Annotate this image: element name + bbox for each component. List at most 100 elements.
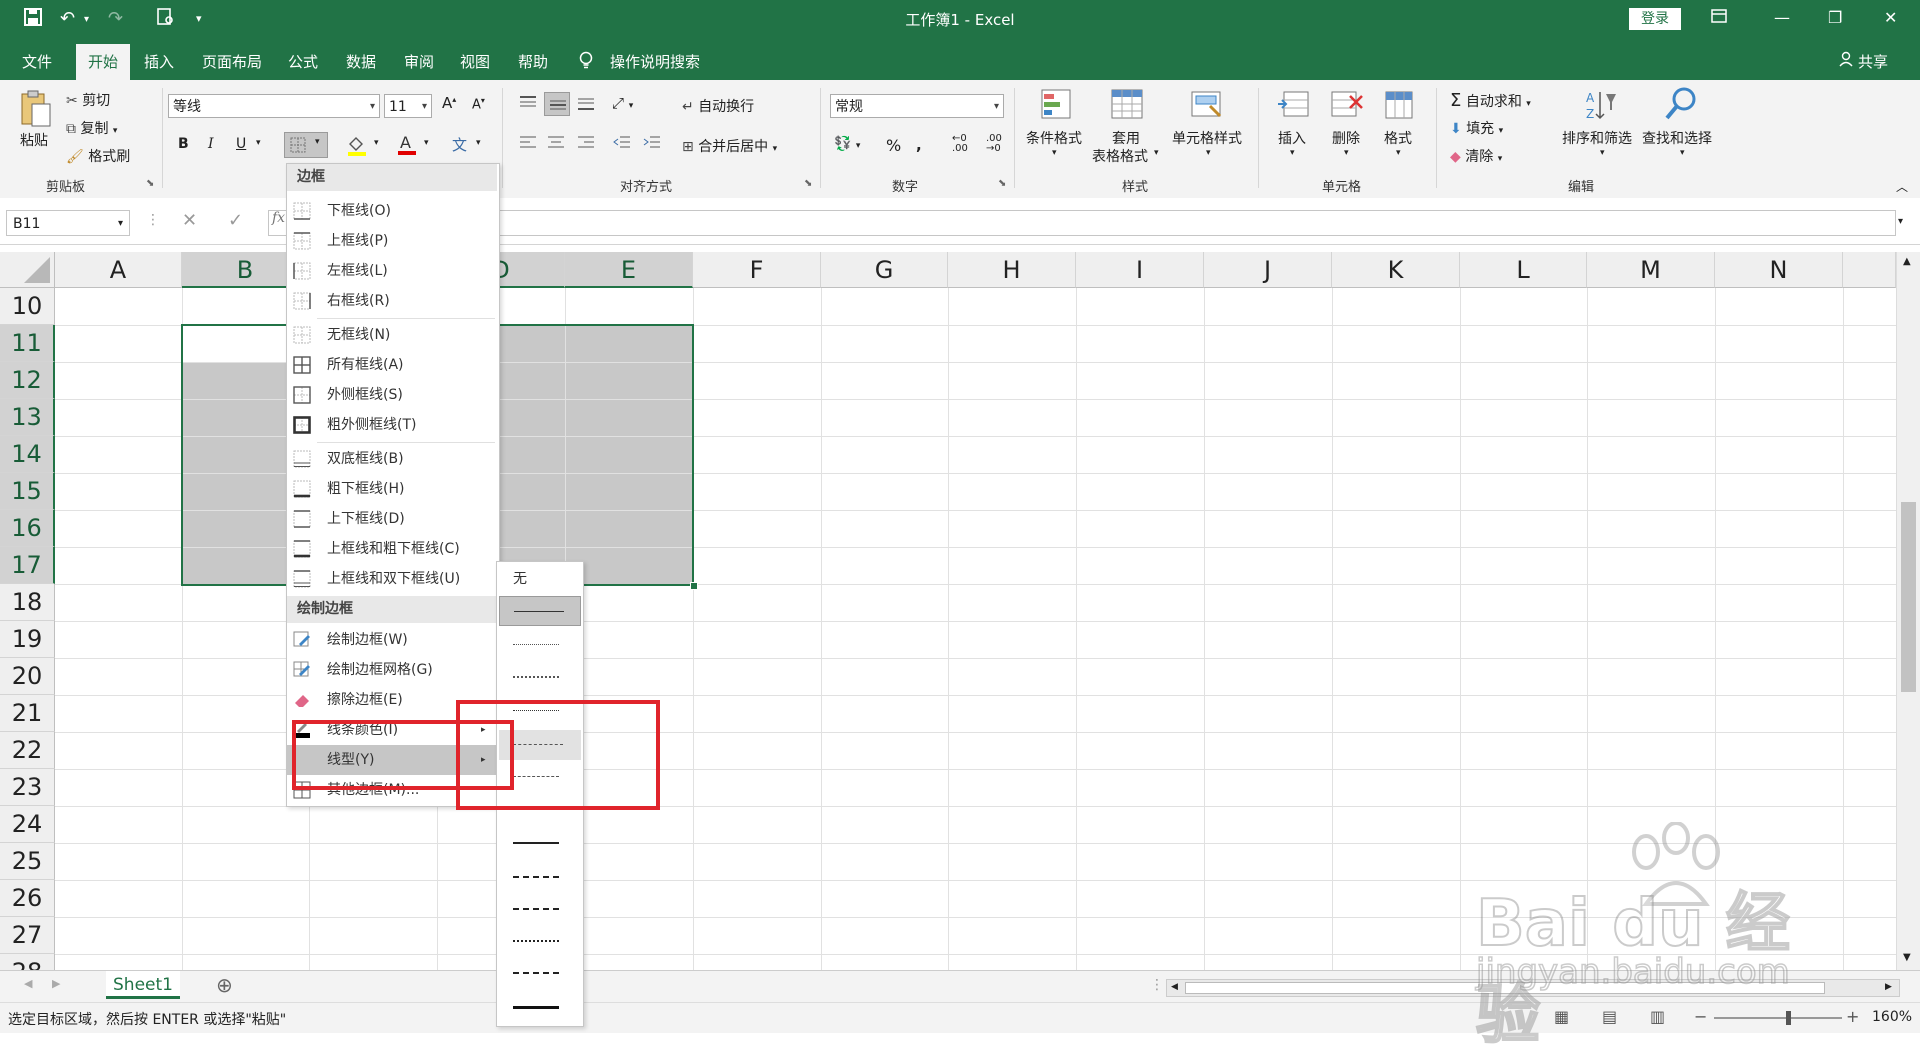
formula-input[interactable] [268, 210, 1896, 236]
row-header[interactable]: 27 [0, 917, 55, 954]
cut-button[interactable]: ✂ 剪切 [66, 90, 110, 110]
row-header[interactable]: 15 [0, 473, 55, 510]
tab-insert[interactable]: 插入 [144, 51, 174, 72]
row-header[interactable]: 13 [0, 399, 55, 436]
fill-dropdown-icon[interactable]: ▾ [374, 138, 379, 148]
line-style-thin-selected[interactable] [499, 596, 581, 626]
number-launcher-icon[interactable]: ⬊ [998, 178, 1006, 189]
user-icon[interactable] [1838, 51, 1854, 71]
scroll-left-icon[interactable]: ◀ [1171, 982, 1178, 992]
tab-view[interactable]: 视图 [460, 51, 490, 72]
conditional-format-icon[interactable] [1040, 88, 1074, 122]
next-sheet-icon[interactable]: ▶ [52, 977, 60, 990]
tab-file[interactable]: 文件 [22, 51, 52, 72]
tell-me-search[interactable]: 操作说明搜索 [610, 51, 700, 72]
clipboard-launcher-icon[interactable]: ⬊ [146, 178, 154, 189]
row-header[interactable]: 11 [0, 325, 55, 362]
line-style-medium-dash-dot[interactable] [513, 908, 559, 910]
line-style-none[interactable]: 无 [513, 568, 527, 588]
row-header[interactable]: 12 [0, 362, 55, 399]
row-header[interactable]: 14 [0, 436, 55, 473]
comma-style-icon[interactable]: , [916, 136, 922, 154]
align-top-icon[interactable] [518, 94, 538, 116]
delete-cells-button[interactable]: 删除 [1332, 128, 1360, 148]
line-style-medium-dashed[interactable] [513, 876, 559, 878]
add-sheet-icon[interactable]: ⊕ [216, 973, 233, 997]
menu-item-outside-borders[interactable]: 外侧框线(S) [287, 380, 497, 410]
scroll-right-icon[interactable]: ▶ [1885, 982, 1892, 992]
orientation-icon[interactable]: ⤢ ▾ [612, 94, 633, 112]
zoom-in-icon[interactable]: + [1846, 1007, 1859, 1026]
sort-filter-icon[interactable]: AZ [1584, 88, 1618, 122]
increase-indent-icon[interactable] [642, 134, 662, 154]
increase-font-icon[interactable]: A▴ [442, 94, 456, 112]
row-header[interactable]: 25 [0, 843, 55, 880]
underline-dropdown-icon[interactable]: ▾ [256, 138, 261, 148]
ribbon-display-icon[interactable] [1711, 8, 1727, 27]
percent-style-button[interactable]: % [886, 136, 901, 155]
font-size-combo[interactable]: 11 ▾ [384, 94, 432, 118]
cell-styles-button[interactable]: 单元格样式 [1172, 128, 1242, 148]
menu-item-top-thick-bottom[interactable]: 上框线和粗下框线(C) [287, 534, 497, 564]
column-header[interactable] [1843, 252, 1896, 288]
format-as-table-icon[interactable] [1110, 88, 1144, 122]
column-header[interactable]: J [1204, 252, 1332, 288]
column-header[interactable]: F [693, 252, 821, 288]
fill-button[interactable]: ⬇ 填充 ▾ [1450, 118, 1503, 138]
row-header[interactable]: 20 [0, 658, 55, 695]
menu-item-double-bottom[interactable]: 双底框线(B) [287, 444, 497, 474]
alignment-launcher-icon[interactable]: ⬊ [804, 178, 812, 189]
scroll-thumb[interactable] [1901, 502, 1916, 692]
underline-button[interactable]: U [236, 136, 246, 152]
format-painter-button[interactable]: 🖌 格式刷 [66, 146, 130, 166]
prev-sheet-icon[interactable]: ◀ [24, 977, 32, 990]
menu-item-right-border[interactable]: 右框线(R) [287, 286, 497, 316]
align-right-icon[interactable] [576, 134, 596, 154]
column-header[interactable]: H [948, 252, 1076, 288]
decrease-indent-icon[interactable] [612, 134, 632, 154]
row-header[interactable]: 21 [0, 695, 55, 732]
phonetic-icon[interactable]: 文 [452, 134, 467, 155]
decrease-decimal-icon[interactable]: .00 →0 [986, 134, 1002, 154]
line-style-dotted[interactable] [513, 676, 559, 678]
sort-filter-button[interactable]: 排序和筛选 [1562, 128, 1632, 148]
menu-item-no-border[interactable]: 无框线(N) [287, 320, 497, 350]
menu-item-draw-border[interactable]: 绘制边框(W) [287, 625, 497, 655]
format-cells-icon[interactable] [1382, 88, 1416, 122]
share-button[interactable]: 共享 [1858, 51, 1888, 72]
minimize-icon[interactable]: — [1774, 8, 1790, 27]
font-color-icon[interactable]: A [396, 132, 418, 160]
zoom-level[interactable]: 160% [1872, 1009, 1912, 1025]
sheet-tab[interactable]: Sheet1 [106, 971, 180, 999]
borders-button[interactable]: ▾ [284, 132, 328, 158]
row-header[interactable]: 24 [0, 806, 55, 843]
menu-item-bottom-border[interactable]: 下框线(O) [287, 196, 497, 226]
row-header[interactable]: 26 [0, 880, 55, 917]
tab-formulas[interactable]: 公式 [288, 51, 318, 72]
increase-decimal-icon[interactable]: ←0.00 [952, 134, 968, 154]
cancel-icon[interactable]: ✕ [182, 210, 197, 231]
number-format-combo[interactable]: 常规 ▾ [830, 94, 1004, 118]
column-header[interactable]: I [1076, 252, 1204, 288]
tab-data[interactable]: 数据 [346, 51, 376, 72]
collapse-ribbon-icon[interactable]: ︿ [1896, 178, 1908, 195]
copy-button[interactable]: ⧉ 复制 ▾ [66, 118, 117, 138]
row-header[interactable]: 22 [0, 732, 55, 769]
tab-home[interactable]: 开始 [76, 44, 131, 80]
name-box[interactable]: B11 ▾ [6, 210, 130, 236]
scroll-up-icon[interactable]: ▲ [1903, 256, 1911, 267]
row-header[interactable]: 17 [0, 547, 55, 584]
merge-center-button[interactable]: ⊞ 合并后居中 ▾ [682, 136, 777, 156]
wrap-text-button[interactable]: ↵ 自动换行 [682, 96, 754, 116]
menu-item-thick-bottom[interactable]: 粗下框线(H) [287, 474, 497, 504]
menu-item-top-double-bottom[interactable]: 上框线和双下框线(U) [287, 564, 497, 594]
column-header[interactable]: N [1715, 252, 1843, 288]
row-header[interactable]: 28 [0, 954, 55, 970]
column-header[interactable]: M [1587, 252, 1715, 288]
menu-item-draw-border-grid[interactable]: 绘制边框网格(G) [287, 655, 497, 685]
font-name-combo[interactable]: 等线 ▾ [168, 94, 380, 118]
tab-help[interactable]: 帮助 [518, 51, 548, 72]
format-cells-button[interactable]: 格式 [1384, 128, 1412, 148]
line-style-medium[interactable] [513, 842, 559, 844]
column-header[interactable]: A [55, 252, 182, 288]
